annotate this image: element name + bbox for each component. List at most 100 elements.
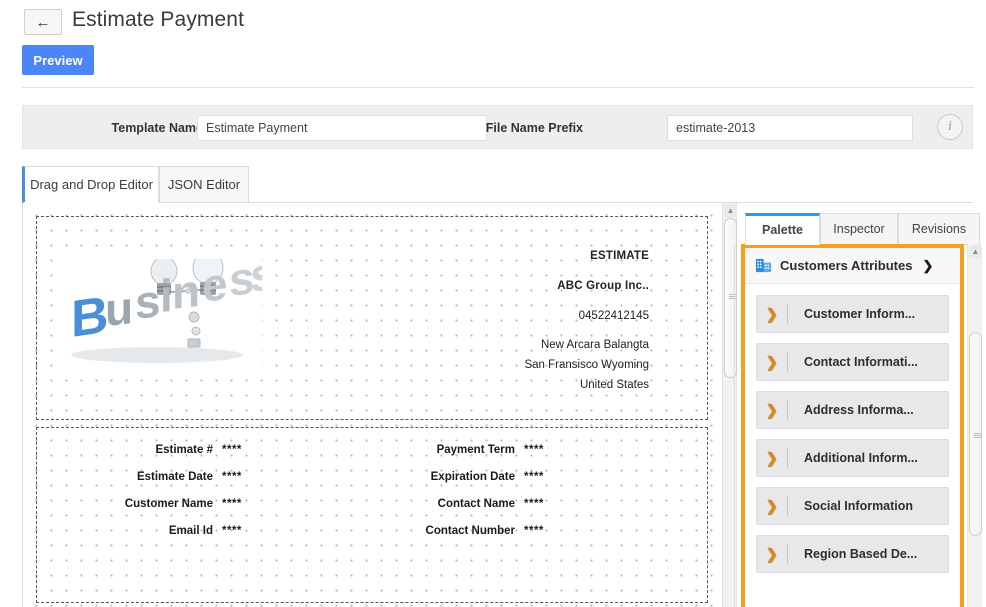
palette-item-label: Address Informa... [804,403,914,417]
chevron-down-icon[interactable]: ❯ [922,258,933,274]
chevron-right-icon: ❯ [766,401,778,418]
tab-revisions[interactable]: Revisions [898,213,980,245]
document-address-line2: San Fransisco Wyoming [524,359,649,372]
palette-highlight-box: Customers Attributes ❯ ❯ Customer Inform… [741,244,964,607]
canvas-region-header[interactable]: B u s i n e s s ESTIMATE ABC Group Inc.. [36,216,708,420]
divider [787,544,788,564]
divider [787,448,788,468]
template-meta-bar: Template Name File Name Prefix i [22,105,973,149]
template-canvas[interactable]: B u s i n e s s ESTIMATE ABC Group Inc.. [22,203,737,607]
panel-divider [734,244,735,607]
field-value: **** [222,498,242,510]
tab-inspector[interactable]: Inspector [820,213,898,245]
tab-drag-and-drop-editor[interactable]: Drag and Drop Editor [22,166,159,203]
scroll-up-icon[interactable]: ▲ [724,204,737,217]
field-label: Contact Name [437,498,515,510]
field-value: **** [524,444,544,456]
document-heading: ESTIMATE [590,250,649,262]
chevron-right-icon: ❯ [766,305,778,322]
field-customer-name[interactable]: Customer Name **** [37,498,242,510]
palette-item-social-information[interactable]: ❯ Social Information [756,487,949,525]
info-glyph: i [948,119,952,134]
field-label: Email Id [168,525,213,537]
template-name-label: Template Name [111,121,203,135]
palette-scrollbar[interactable]: ▲ [967,244,982,607]
svg-text:u: u [105,281,133,336]
field-value: **** [524,525,544,537]
svg-text:i: i [160,269,173,322]
svg-text:s: s [135,274,161,329]
palette-group-header[interactable]: Customers Attributes ❯ [745,248,960,284]
svg-text:e: e [202,259,228,312]
palette-item-label: Customer Inform... [804,307,916,321]
template-name-input[interactable] [197,115,487,141]
estimate-payment-template-editor: ← Estimate Payment Preview Template Name… [0,0,986,607]
field-label: Estimate Date [136,471,213,483]
divider [787,400,788,420]
business-image-svg: B u s i n e s s [57,259,262,371]
palette-group-title: Customers Attributes [780,258,913,273]
field-payment-term[interactable]: Payment Term **** [339,444,544,456]
divider [787,352,788,372]
svg-text:n: n [172,264,200,319]
field-label: Customer Name [124,498,213,510]
field-value: **** [524,498,544,510]
field-estimate-date[interactable]: Estimate Date **** [37,471,242,483]
palette-item-customer-information[interactable]: ❯ Customer Inform... [756,295,949,333]
chevron-right-icon: ❯ [766,497,778,514]
back-button[interactable]: ← [24,9,62,35]
tab-json-editor[interactable]: JSON Editor [159,166,249,203]
field-value: **** [524,471,544,483]
business-lightbulbs-image[interactable]: B u s i n e s s [57,259,262,371]
svg-text:B: B [71,286,109,349]
page-title: Estimate Payment [72,8,244,31]
palette-item-address-information[interactable]: ❯ Address Informa... [756,391,949,429]
field-label: Payment Term [436,444,515,456]
document-phone: 04522412145 [578,309,649,322]
field-contact-name[interactable]: Contact Name **** [339,498,544,510]
document-header-text: ESTIMATE ABC Group Inc.. 04522412145 New… [524,247,649,396]
palette-item-contact-information[interactable]: ❯ Contact Informati... [756,343,949,381]
chevron-right-icon: ❯ [766,545,778,562]
palette-item-additional-information[interactable]: ❯ Additional Inform... [756,439,949,477]
chevron-right-icon: ❯ [766,449,778,466]
document-company: ABC Group Inc.. [557,279,649,292]
palette-scrollbar-thumb[interactable] [969,332,982,536]
editor-tabs: Drag and Drop Editor JSON Editor [22,166,973,203]
palette-item-label: Contact Informati... [804,355,918,369]
field-contact-number[interactable]: Contact Number **** [339,525,544,537]
building-icon [755,258,772,273]
field-expiration-date[interactable]: Expiration Date **** [339,471,544,483]
canvas-region-fields[interactable]: Estimate # **** Estimate Date **** Custome… [36,427,708,603]
arrow-left-icon: ← [35,13,51,31]
tab-palette[interactable]: Palette [745,213,820,245]
divider [787,304,788,324]
document-address-line1: New Arcara Balangta [540,339,649,352]
canvas-scrollbar-thumb[interactable] [724,218,737,378]
panel-tabs: Palette Inspector Revisions [739,213,986,245]
field-label: Expiration Date [430,471,515,483]
palette-item-region-based-details[interactable]: ❯ Region Based De... [756,535,949,573]
palette-accordion-list[interactable]: ❯ Customer Inform... ❯ Contact Informati… [745,285,960,607]
svg-text:s: s [250,259,262,302]
file-prefix-input[interactable] [667,115,913,141]
right-panel: Palette Inspector Revisions Customers At… [734,203,986,607]
header-divider [22,87,974,88]
divider [787,496,788,516]
field-label: Estimate # [155,444,213,456]
field-estimate-number[interactable]: Estimate # **** [37,444,242,456]
info-icon[interactable]: i [937,114,963,140]
page-header: ← Estimate Payment Preview [0,0,986,88]
palette-item-label: Region Based De... [804,547,918,561]
palette-item-label: Additional Inform... [804,451,918,465]
field-value: **** [222,525,242,537]
preview-button[interactable]: Preview [22,45,94,75]
scrollbar-grip-icon [974,433,981,438]
document-address-line3: United States [579,378,649,391]
file-prefix-label: File Name Prefix [485,121,583,135]
palette-item-label: Social Information [804,499,914,513]
field-value: **** [222,471,242,483]
field-email-id[interactable]: Email Id **** [37,525,242,537]
scroll-up-icon[interactable]: ▲ [969,245,982,258]
chevron-right-icon: ❯ [766,353,778,370]
